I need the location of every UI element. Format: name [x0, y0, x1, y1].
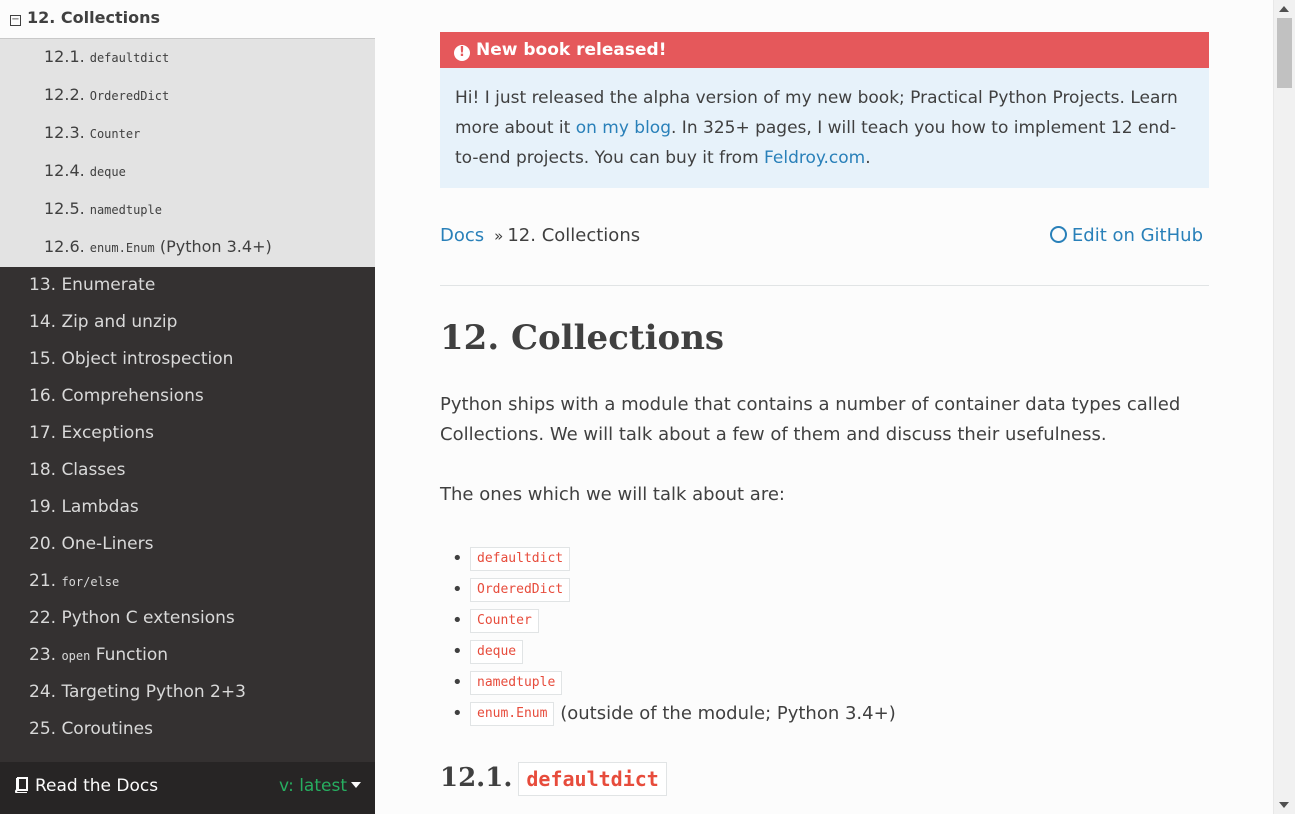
subsection-item-deque[interactable]: 12.4. deque [0, 153, 375, 191]
intro-paragraph: Python ships with a module that contains… [440, 394, 1181, 445]
inline-code: enum.Enum [470, 702, 555, 726]
subsection-code: namedtuple [89, 203, 162, 217]
subsection-number: 12.6. [44, 237, 85, 256]
nav-item-code: open [61, 649, 91, 663]
nav-current-item[interactable]: −12. Collections [0, 0, 375, 39]
list-item: OrderedDict [440, 575, 1209, 606]
breadcrumb-separator: » [494, 227, 504, 245]
list-item-text: (outside of the module; Python 3.4+) [560, 703, 896, 724]
nav-item-one-liners[interactable]: 20. One-Liners [0, 526, 375, 563]
nav-item-number: 21. [29, 571, 57, 591]
sidebar: −12. Collections 12.1. defaultdict 12.2. O… [0, 0, 375, 814]
list-item: namedtuple [440, 668, 1209, 699]
exclamation-icon: ! [454, 45, 470, 61]
subsection-number: 12.1. [44, 47, 85, 66]
subsection-suffix: (Python 3.4+) [154, 237, 272, 256]
inline-code: namedtuple [470, 671, 563, 695]
inline-code: defaultdict [518, 762, 667, 796]
nav-item-for-else[interactable]: 21. for/else [0, 563, 375, 600]
list-item: deque [440, 637, 1209, 668]
subsection-code: Counter [89, 127, 141, 141]
breadcrumb-current: 12. Collections [507, 225, 641, 246]
blog-link[interactable]: on my blog [576, 118, 671, 138]
github-icon [1049, 226, 1067, 243]
nav-list: 13. Enumerate 14. Zip and unzip 15. Obje… [0, 267, 375, 748]
subsection-number: 12.5. [44, 199, 85, 218]
nav-current-label: 12. Collections [27, 8, 160, 27]
version-label: v: latest [278, 776, 347, 796]
subsection-item-counter[interactable]: 12.3. Counter [0, 115, 375, 153]
edit-on-github-label: Edit on GitHub [1071, 225, 1203, 246]
subsection-item-enum[interactable]: 12.6. enum.Enum (Python 3.4+) [0, 229, 375, 267]
collapse-icon[interactable]: − [10, 15, 21, 26]
nav-item-exceptions[interactable]: 17. Exceptions [0, 415, 375, 452]
nav-item-enumerate[interactable]: 13. Enumerate [0, 267, 375, 304]
nav-item-label: Function [95, 645, 169, 665]
edit-on-github-link[interactable]: Edit on GitHub [1049, 222, 1203, 250]
announcement-text: . [865, 148, 871, 168]
announcement-box: ! New book released! Hi! I just released … [440, 32, 1209, 188]
nav-item-introspection[interactable]: 15. Object introspection [0, 341, 375, 378]
section-heading: 12.1. defaultdict [440, 762, 667, 796]
breadcrumb-docs-link[interactable]: Docs [440, 225, 484, 246]
announcement-title: ! New book released! [440, 32, 1209, 68]
inline-code: deque [470, 640, 524, 664]
caret-down-icon [351, 782, 361, 788]
book-icon [15, 777, 28, 793]
section-number: 12.1. [440, 763, 513, 793]
subsection-number: 12.4. [44, 161, 85, 180]
list-item: Counter [440, 606, 1209, 637]
scroll-up-arrow-icon[interactable] [1279, 6, 1289, 12]
subsection-list: 12.1. defaultdict 12.2. OrderedDict 12.3. C… [0, 39, 375, 267]
feldroy-link[interactable]: Feldroy.com [764, 148, 865, 168]
nav-item-code: for/else [61, 575, 120, 589]
subsection-code: OrderedDict [89, 89, 170, 103]
rtd-footer[interactable]: Read the Docs v: latest [0, 762, 375, 814]
subsection-code: enum.Enum [89, 241, 155, 255]
subsection-item-namedtuple[interactable]: 12.5. namedtuple [0, 191, 375, 229]
announcement-body: Hi! I just released the alpha version of… [440, 68, 1209, 173]
rtd-brand: Read the Docs [35, 776, 159, 796]
collection-list: defaultdict OrderedDict Counter deque na… [440, 544, 1209, 730]
subsection-code: deque [89, 165, 126, 179]
subsection-item-ordereddict[interactable]: 12.2. OrderedDict [0, 77, 375, 115]
nav-item-comprehensions[interactable]: 16. Comprehensions [0, 378, 375, 415]
vertical-scrollbar[interactable] [1273, 0, 1295, 814]
version-selector[interactable]: v: latest [279, 762, 361, 810]
nav-item-coroutines[interactable]: 25. Coroutines [0, 711, 375, 748]
divider [440, 285, 1209, 286]
announcement-title-text: New book released! [476, 40, 667, 60]
nav-item-classes[interactable]: 18. Classes [0, 452, 375, 489]
subsection-number: 12.3. [44, 123, 85, 142]
inline-code: OrderedDict [470, 578, 571, 602]
lead-paragraph: The ones which we will talk about are: [440, 484, 785, 505]
nav-item-zip[interactable]: 14. Zip and unzip [0, 304, 375, 341]
nav-item-c-extensions[interactable]: 22. Python C extensions [0, 600, 375, 637]
inline-code: defaultdict [470, 547, 571, 571]
nav-item-open-function[interactable]: 23. open Function [0, 637, 375, 674]
list-item: defaultdict [440, 544, 1209, 575]
breadcrumb: Docs » 12. Collections Edit on GitHub [440, 222, 1209, 250]
nav-item-targeting[interactable]: 24. Targeting Python 2+3 [0, 674, 375, 711]
list-item: enum.Enum (outside of the module; Python… [440, 699, 1209, 730]
scroll-down-arrow-icon[interactable] [1279, 802, 1289, 808]
subsection-number: 12.2. [44, 85, 85, 104]
inline-code: Counter [470, 609, 539, 633]
nav-item-lambdas[interactable]: 19. Lambdas [0, 489, 375, 526]
main-content: ! New book released! Hi! I just released … [375, 0, 1273, 814]
page-title: 12. Collections [440, 318, 725, 358]
subsection-item-defaultdict[interactable]: 12.1. defaultdict [0, 39, 375, 77]
nav-item-number: 23. [29, 645, 57, 665]
scrollbar-thumb[interactable] [1277, 18, 1292, 88]
subsection-code: defaultdict [89, 51, 170, 65]
